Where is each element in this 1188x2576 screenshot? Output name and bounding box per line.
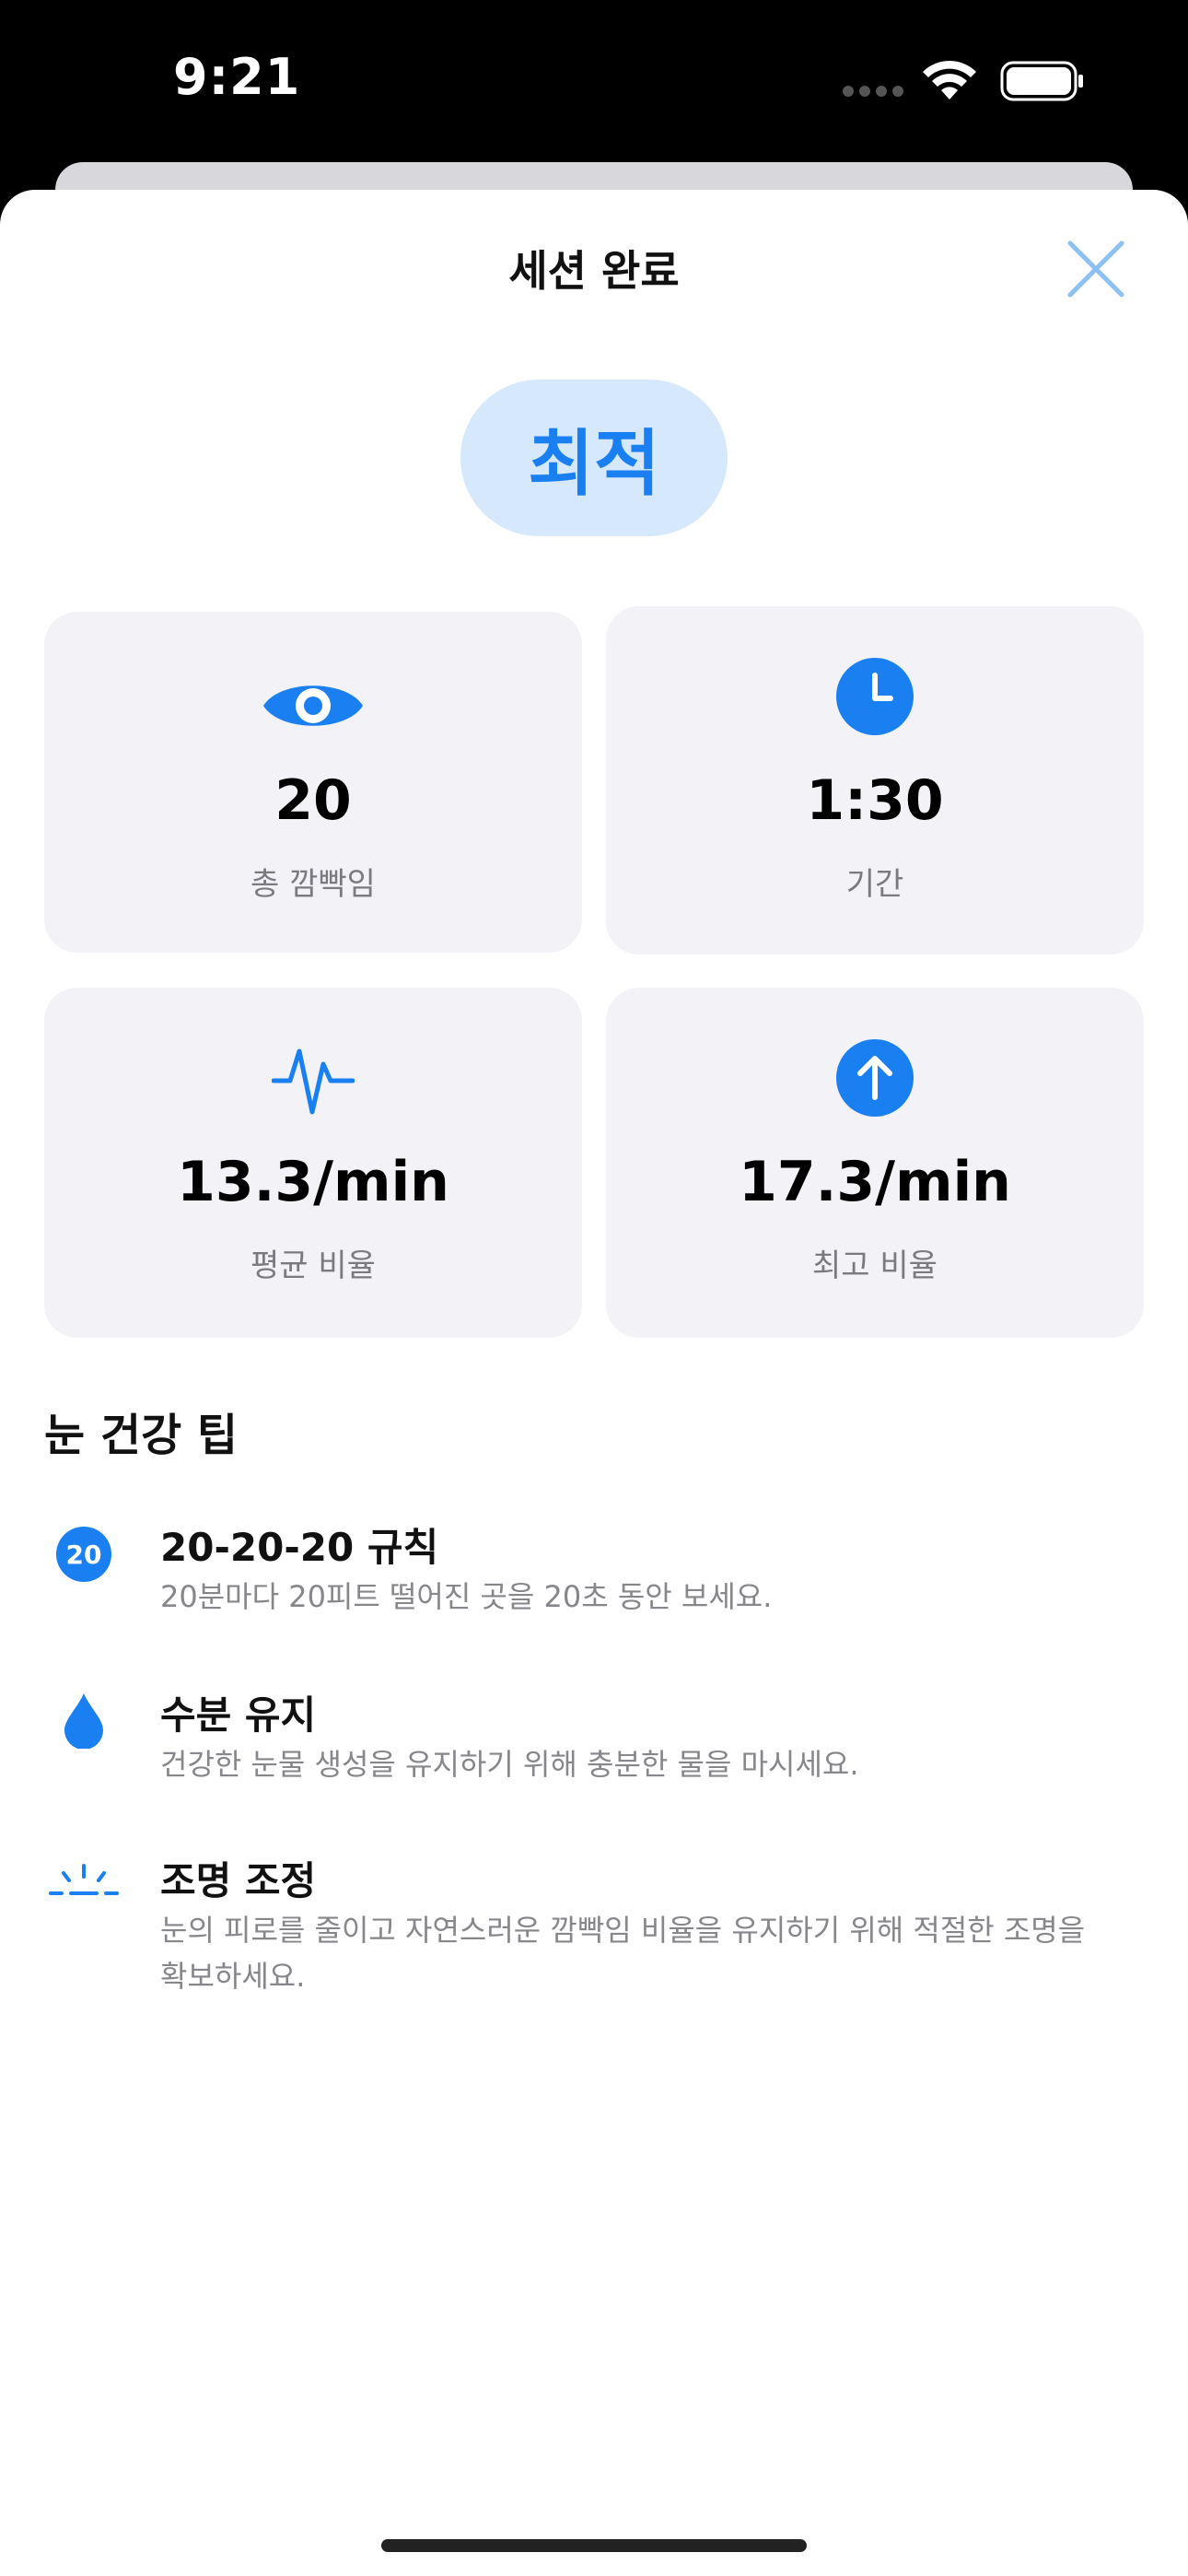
tip-title: 20-20-20 규칙 <box>160 1525 439 1570</box>
svg-text:20: 20 <box>66 1540 102 1570</box>
close-icon <box>1067 240 1124 298</box>
status-bar: 9:21 <box>0 0 1188 166</box>
tip-description: 눈의 피로를 줄이고 자연스러운 깜빡임 비율을 유지하기 위해 적절한 조명을… <box>160 1913 1086 1994</box>
battery-icon <box>1000 61 1083 101</box>
tip-description: 건강한 눈물 생성을 유지하기 위해 충분한 물을 마시세요. <box>160 1747 859 1782</box>
stat-value: 13.3/min <box>177 1150 449 1214</box>
signal-dots-icon <box>843 86 903 97</box>
tips-section-title: 눈 건강 팁 <box>44 1410 239 1461</box>
stat-label: 평균 비율 <box>250 1247 376 1284</box>
stat-card-duration: 1:30 기간 <box>606 606 1144 954</box>
tip-item: 20 20-20-20 규칙 20분마다 20피트 떨어진 곳을 20초 동안 … <box>44 1516 1149 1645</box>
waveform-icon <box>44 1034 582 1122</box>
stat-value: 17.3/min <box>739 1150 1011 1214</box>
tip-title: 수분 유지 <box>160 1692 317 1738</box>
light-icon <box>44 1844 123 1924</box>
stat-label: 기간 <box>845 866 904 903</box>
stat-card-total-blinks: 20 총 깜빡임 <box>44 612 582 953</box>
drop-icon <box>44 1680 123 1760</box>
session-complete-sheet: 세션 완료 최적 20 총 깜빡임 1:30 기간 13.3/min 평균 비율… <box>0 190 1188 2576</box>
eye-icon <box>44 662 582 750</box>
stat-card-average-rate: 13.3/min 평균 비율 <box>44 988 582 1338</box>
arrow-up-circle-icon <box>606 1034 1144 1122</box>
tip-description: 20분마다 20피트 떨어진 곳을 20초 동안 보세요. <box>160 1579 773 1614</box>
wifi-icon <box>923 60 976 100</box>
tip-title: 조명 조정 <box>160 1858 317 1903</box>
home-indicator[interactable] <box>381 2539 807 2552</box>
close-button[interactable] <box>1063 236 1129 302</box>
tip-item: 조명 조정 눈의 피로를 줄이고 자연스러운 깜빡임 비율을 유지하기 위해 적… <box>44 1850 1149 2034</box>
stat-value: 1:30 <box>806 768 944 833</box>
stat-label: 총 깜빡임 <box>250 866 376 903</box>
result-badge: 최적 <box>460 380 728 536</box>
status-time: 9:21 <box>173 48 301 106</box>
clock-icon <box>606 652 1144 741</box>
tip-item: 수분 유지 건강한 눈물 생성을 유지하기 위해 충분한 물을 마시세요. <box>44 1684 1149 1813</box>
stat-label: 최고 비율 <box>812 1247 938 1284</box>
sheet-title: 세션 완료 <box>508 246 680 296</box>
stat-value: 20 <box>274 768 352 833</box>
twenty-circle-icon: 20 <box>44 1515 123 1594</box>
stat-card-peak-rate: 17.3/min 최고 비율 <box>606 988 1144 1338</box>
